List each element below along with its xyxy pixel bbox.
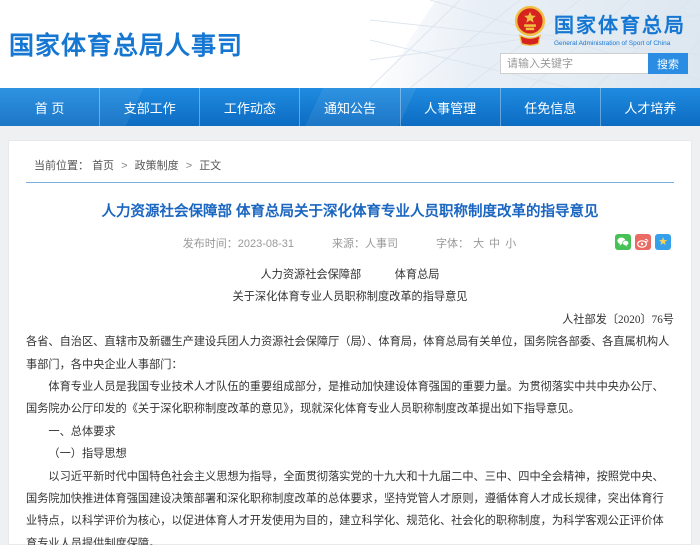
content-card: 当前位置： 首页 > 政策制度 > 正文 人力资源社会保障部 体育总局关于深化体… bbox=[8, 140, 692, 545]
share-icons: ★ bbox=[615, 234, 671, 250]
intro-paragraph: 体育专业人员是我国专业技术人才队伍的重要组成部分，是推动加快建设体育强国的重要力… bbox=[26, 376, 674, 421]
nav-item-talent[interactable]: 人才培养 bbox=[600, 88, 700, 126]
article-meta: 发布时间：2023-08-31 来源：人事司 字体： 大 中 小 bbox=[26, 235, 674, 251]
article-title: 人力资源社会保障部 体育总局关于深化体育专业人员职称制度改革的指导意见 bbox=[26, 200, 674, 221]
salutation-paragraph: 各省、自治区、直辖市及新疆生产建设兵团人力资源社会保障厅（局）、体育局，体育总局… bbox=[26, 331, 674, 376]
article-source: 来源：人事司 bbox=[332, 235, 398, 251]
breadcrumb-current: 正文 bbox=[199, 160, 221, 172]
site-title: 国家体育总局人事司 bbox=[9, 26, 243, 62]
issuing-orgs-line: 人力资源社会保障部 体育总局 bbox=[26, 264, 674, 286]
agency-logo: 国家体育总局 General Administration of Sport o… bbox=[513, 5, 686, 47]
breadcrumb-label: 当前位置： bbox=[34, 160, 89, 172]
breadcrumb-separator: > bbox=[186, 160, 192, 172]
nav-item-appointments[interactable]: 任免信息 bbox=[500, 88, 600, 126]
guiding-ideology-paragraph: 以习近平新时代中国特色社会主义思想为指导，全面贯彻落实党的十九大和十九届二中、三… bbox=[26, 466, 674, 545]
nav-item-personnel[interactable]: 人事管理 bbox=[400, 88, 500, 126]
font-size-small[interactable]: 小 bbox=[505, 238, 516, 250]
weibo-share-icon[interactable] bbox=[635, 234, 651, 250]
font-size-control: 字体： 大 中 小 bbox=[436, 235, 517, 251]
main-navigation: 首 页 支部工作 工作动态 通知公告 人事管理 任免信息 人才培养 bbox=[0, 88, 700, 126]
nav-item-work-news[interactable]: 工作动态 bbox=[199, 88, 299, 126]
agency-name: 国家体育总局 bbox=[554, 9, 686, 38]
search-input[interactable] bbox=[500, 53, 648, 74]
font-size-label: 字体： bbox=[436, 238, 469, 250]
breadcrumb-home[interactable]: 首页 bbox=[92, 160, 114, 172]
breadcrumb-separator: > bbox=[121, 160, 127, 172]
document-title-line: 关于深化体育专业人员职称制度改革的指导意见 bbox=[26, 286, 674, 308]
document-number: 人社部发〔2020〕76号 bbox=[26, 309, 674, 331]
nav-item-home[interactable]: 首 页 bbox=[0, 88, 99, 126]
site-header: 国家体育总局人事司 国家体育总局 General Administration … bbox=[0, 0, 700, 88]
agency-name-english: General Administration of Sport of China bbox=[554, 40, 686, 47]
search-button[interactable]: 搜索 bbox=[648, 53, 688, 74]
search-box: 搜索 bbox=[500, 53, 688, 74]
breadcrumb-policy[interactable]: 政策制度 bbox=[135, 160, 179, 172]
favorite-share-icon[interactable]: ★ bbox=[655, 234, 671, 250]
national-emblem-icon bbox=[513, 5, 547, 47]
font-size-large[interactable]: 大 bbox=[473, 238, 484, 250]
section-heading-1-1: （一）指导思想 bbox=[26, 443, 674, 465]
font-size-medium[interactable]: 中 bbox=[489, 238, 500, 250]
breadcrumb: 当前位置： 首页 > 政策制度 > 正文 bbox=[26, 155, 674, 183]
section-heading-1: 一、总体要求 bbox=[26, 421, 674, 443]
nav-item-notices[interactable]: 通知公告 bbox=[299, 88, 399, 126]
publish-date: 发布时间：2023-08-31 bbox=[183, 235, 294, 251]
nav-item-branch-work[interactable]: 支部工作 bbox=[99, 88, 199, 126]
wechat-share-icon[interactable] bbox=[615, 234, 631, 250]
document-body: 人力资源社会保障部 体育总局 关于深化体育专业人员职称制度改革的指导意见 人社部… bbox=[26, 264, 674, 545]
